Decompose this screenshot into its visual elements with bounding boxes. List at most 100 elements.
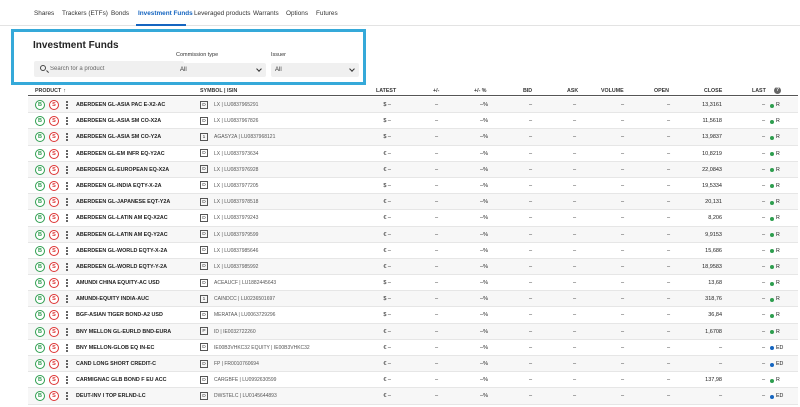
- more-options-icon[interactable]: [65, 278, 68, 288]
- product-name[interactable]: DEUT-INV I TOP ERLND-LC: [76, 393, 146, 399]
- table-row[interactable]: B S ABERDEEN GL-EUROPEAN EQ-X2A D LX | LU083…: [28, 161, 798, 178]
- buy-button[interactable]: B: [35, 278, 45, 289]
- sell-button[interactable]: S: [49, 310, 59, 321]
- product-name[interactable]: ABERDEEN GL-LATIN AM EQ-Y2AC: [76, 232, 168, 238]
- nav-tab-options[interactable]: Options: [286, 10, 308, 17]
- table-row[interactable]: B S ABERDEEN GL-JAPANESE EQT-Y2A D LX | LU08…: [28, 194, 798, 211]
- table-row[interactable]: B S ABERDEEN GL-ASIA PAC E-X2-AC D LX | LU08…: [28, 97, 798, 114]
- buy-button[interactable]: B: [35, 197, 45, 208]
- product-name[interactable]: ABERDEEN GL-ASIA PAC E-X2-AC: [76, 102, 165, 108]
- table-row[interactable]: B S ABERDEEN GL-ASIA SM CO-Y2A 1 AGASY2A | L…: [28, 129, 798, 146]
- more-options-icon[interactable]: [65, 132, 68, 142]
- buy-button[interactable]: B: [35, 375, 45, 386]
- sell-button[interactable]: S: [49, 245, 59, 256]
- header-ask[interactable]: ASK: [567, 88, 578, 94]
- buy-button[interactable]: B: [35, 100, 45, 110]
- sell-button[interactable]: S: [49, 326, 59, 337]
- sell-button[interactable]: S: [49, 375, 59, 386]
- sell-button[interactable]: S: [49, 261, 59, 272]
- header-change-pct[interactable]: +/- %: [474, 88, 487, 94]
- buy-button[interactable]: B: [35, 294, 45, 305]
- header-symbol[interactable]: SYMBOL | ISIN: [200, 88, 237, 94]
- table-row[interactable]: B S ABERDEEN GL-LATIN AM EQ-X2AC D LX | LU08…: [28, 210, 798, 227]
- table-row[interactable]: B S ABERDEEN GL-WORLD EQTY-X-2A D LX | LU083…: [28, 243, 798, 259]
- more-options-icon[interactable]: [65, 100, 68, 110]
- sell-button[interactable]: S: [49, 100, 59, 110]
- header-last[interactable]: LAST: [752, 88, 766, 94]
- sell-button[interactable]: S: [49, 180, 59, 191]
- sell-button[interactable]: S: [49, 148, 59, 159]
- sell-button[interactable]: S: [49, 278, 59, 289]
- product-name[interactable]: ABERDEEN GL-INDIA EQTY-X-2A: [76, 183, 161, 189]
- more-options-icon[interactable]: [65, 310, 68, 320]
- header-bid[interactable]: BID: [523, 88, 532, 94]
- help-icon[interactable]: ?: [774, 87, 781, 94]
- table-row[interactable]: B S CARMIGNAC GLB BOND F EU ACC D CARGBFE | …: [28, 372, 798, 389]
- more-options-icon[interactable]: [65, 116, 68, 126]
- product-name[interactable]: ABERDEEN GL-WORLD EQTY-Y-2A: [76, 264, 167, 270]
- header-volume[interactable]: VOLUME: [601, 88, 624, 94]
- table-row[interactable]: B S DEUT-INV I TOP ERLND-LC D DWSTELC | LU01…: [28, 388, 798, 405]
- search-box[interactable]: [34, 61, 184, 77]
- more-options-icon[interactable]: [65, 197, 68, 207]
- more-options-icon[interactable]: [65, 181, 68, 191]
- sell-button[interactable]: S: [49, 164, 59, 175]
- nav-tab-bonds[interactable]: Bonds: [111, 10, 129, 17]
- more-options-icon[interactable]: [65, 343, 68, 353]
- product-name[interactable]: AMUNDI CHINA EQUITY-AC USD: [76, 280, 160, 286]
- buy-button[interactable]: B: [35, 229, 45, 240]
- nav-tab-investment-funds[interactable]: Investment Funds: [138, 10, 193, 17]
- more-options-icon[interactable]: [65, 230, 68, 240]
- table-row[interactable]: B S ABERDEEN GL-EM INFR EQ-Y2AC D LX | LU083…: [28, 146, 798, 162]
- buy-button[interactable]: B: [35, 180, 45, 191]
- table-row[interactable]: B S BNY MELLON-GLOB EQ IN-EC D IE00B3VHKC32 …: [28, 340, 798, 356]
- product-name[interactable]: BNY MELLON GL-EURLD BND-EURA: [76, 329, 171, 335]
- more-options-icon[interactable]: [65, 149, 68, 159]
- buy-button[interactable]: B: [35, 261, 45, 272]
- buy-button[interactable]: B: [35, 326, 45, 337]
- table-row[interactable]: B S AMUNDI-EQUITY INDIA-AUC 1 CAINDCC | LU02…: [28, 291, 798, 308]
- buy-button[interactable]: B: [35, 391, 45, 402]
- nav-tab-warrants[interactable]: Warrants: [253, 10, 279, 17]
- header-open[interactable]: OPEN: [654, 88, 669, 94]
- buy-button[interactable]: B: [35, 116, 45, 127]
- buy-button[interactable]: B: [35, 342, 45, 353]
- more-options-icon[interactable]: [65, 375, 68, 385]
- nav-tab-shares[interactable]: Shares: [34, 10, 54, 17]
- product-name[interactable]: ABERDEEN GL-EUROPEAN EQ-X2A: [76, 167, 169, 173]
- buy-button[interactable]: B: [35, 164, 45, 175]
- search-input[interactable]: [50, 61, 180, 77]
- nav-tab-futures[interactable]: Futures: [316, 10, 338, 17]
- sell-button[interactable]: S: [49, 229, 59, 240]
- more-options-icon[interactable]: [65, 246, 68, 256]
- table-row[interactable]: B S ABERDEEN GL-INDIA EQTY-X-2A D LX | LU083…: [28, 178, 798, 195]
- sell-button[interactable]: S: [49, 132, 59, 143]
- buy-button[interactable]: B: [35, 359, 45, 369]
- table-row[interactable]: B S AMUNDI CHINA EQUITY-AC USD D ACEAUCF | L…: [28, 275, 798, 292]
- table-row[interactable]: B S BGF-ASIAN TIGER BOND-A2 USD D MERATAA | …: [28, 307, 798, 324]
- buy-button[interactable]: B: [35, 310, 45, 321]
- table-row[interactable]: B S ABERDEEN GL-LATIN AM EQ-Y2AC D LX | LU08…: [28, 226, 798, 243]
- product-name[interactable]: ABERDEEN GL-WORLD EQTY-X-2A: [76, 248, 167, 254]
- product-name[interactable]: ABERDEEN GL-JAPANESE EQT-Y2A: [76, 199, 170, 205]
- more-options-icon[interactable]: [65, 294, 68, 304]
- buy-button[interactable]: B: [35, 213, 45, 224]
- more-options-icon[interactable]: [65, 262, 68, 272]
- more-options-icon[interactable]: [65, 213, 68, 223]
- buy-button[interactable]: B: [35, 132, 45, 143]
- sell-button[interactable]: S: [49, 391, 59, 402]
- more-options-icon[interactable]: [65, 327, 68, 337]
- product-name[interactable]: ABERDEEN GL-LATIN AM EQ-X2AC: [76, 215, 168, 221]
- product-name[interactable]: BGF-ASIAN TIGER BOND-A2 USD: [76, 312, 163, 318]
- nav-tab-leveraged-products[interactable]: Leveraged products: [194, 10, 251, 17]
- table-row[interactable]: B S CAND LONG SHORT CREDIT-C D FP | FR001076…: [28, 356, 798, 373]
- header-latest[interactable]: LATEST: [376, 88, 396, 94]
- table-row[interactable]: B S ABERDEEN GL-WORLD EQTY-Y-2A D LX | LU083…: [28, 258, 798, 276]
- more-options-icon[interactable]: [65, 165, 68, 175]
- sell-button[interactable]: S: [49, 359, 59, 369]
- more-options-icon[interactable]: [65, 359, 68, 369]
- sell-button[interactable]: S: [49, 294, 59, 305]
- product-name[interactable]: CAND LONG SHORT CREDIT-C: [76, 361, 156, 367]
- product-name[interactable]: AMUNDI-EQUITY INDIA-AUC: [76, 296, 149, 302]
- sell-button[interactable]: S: [49, 213, 59, 224]
